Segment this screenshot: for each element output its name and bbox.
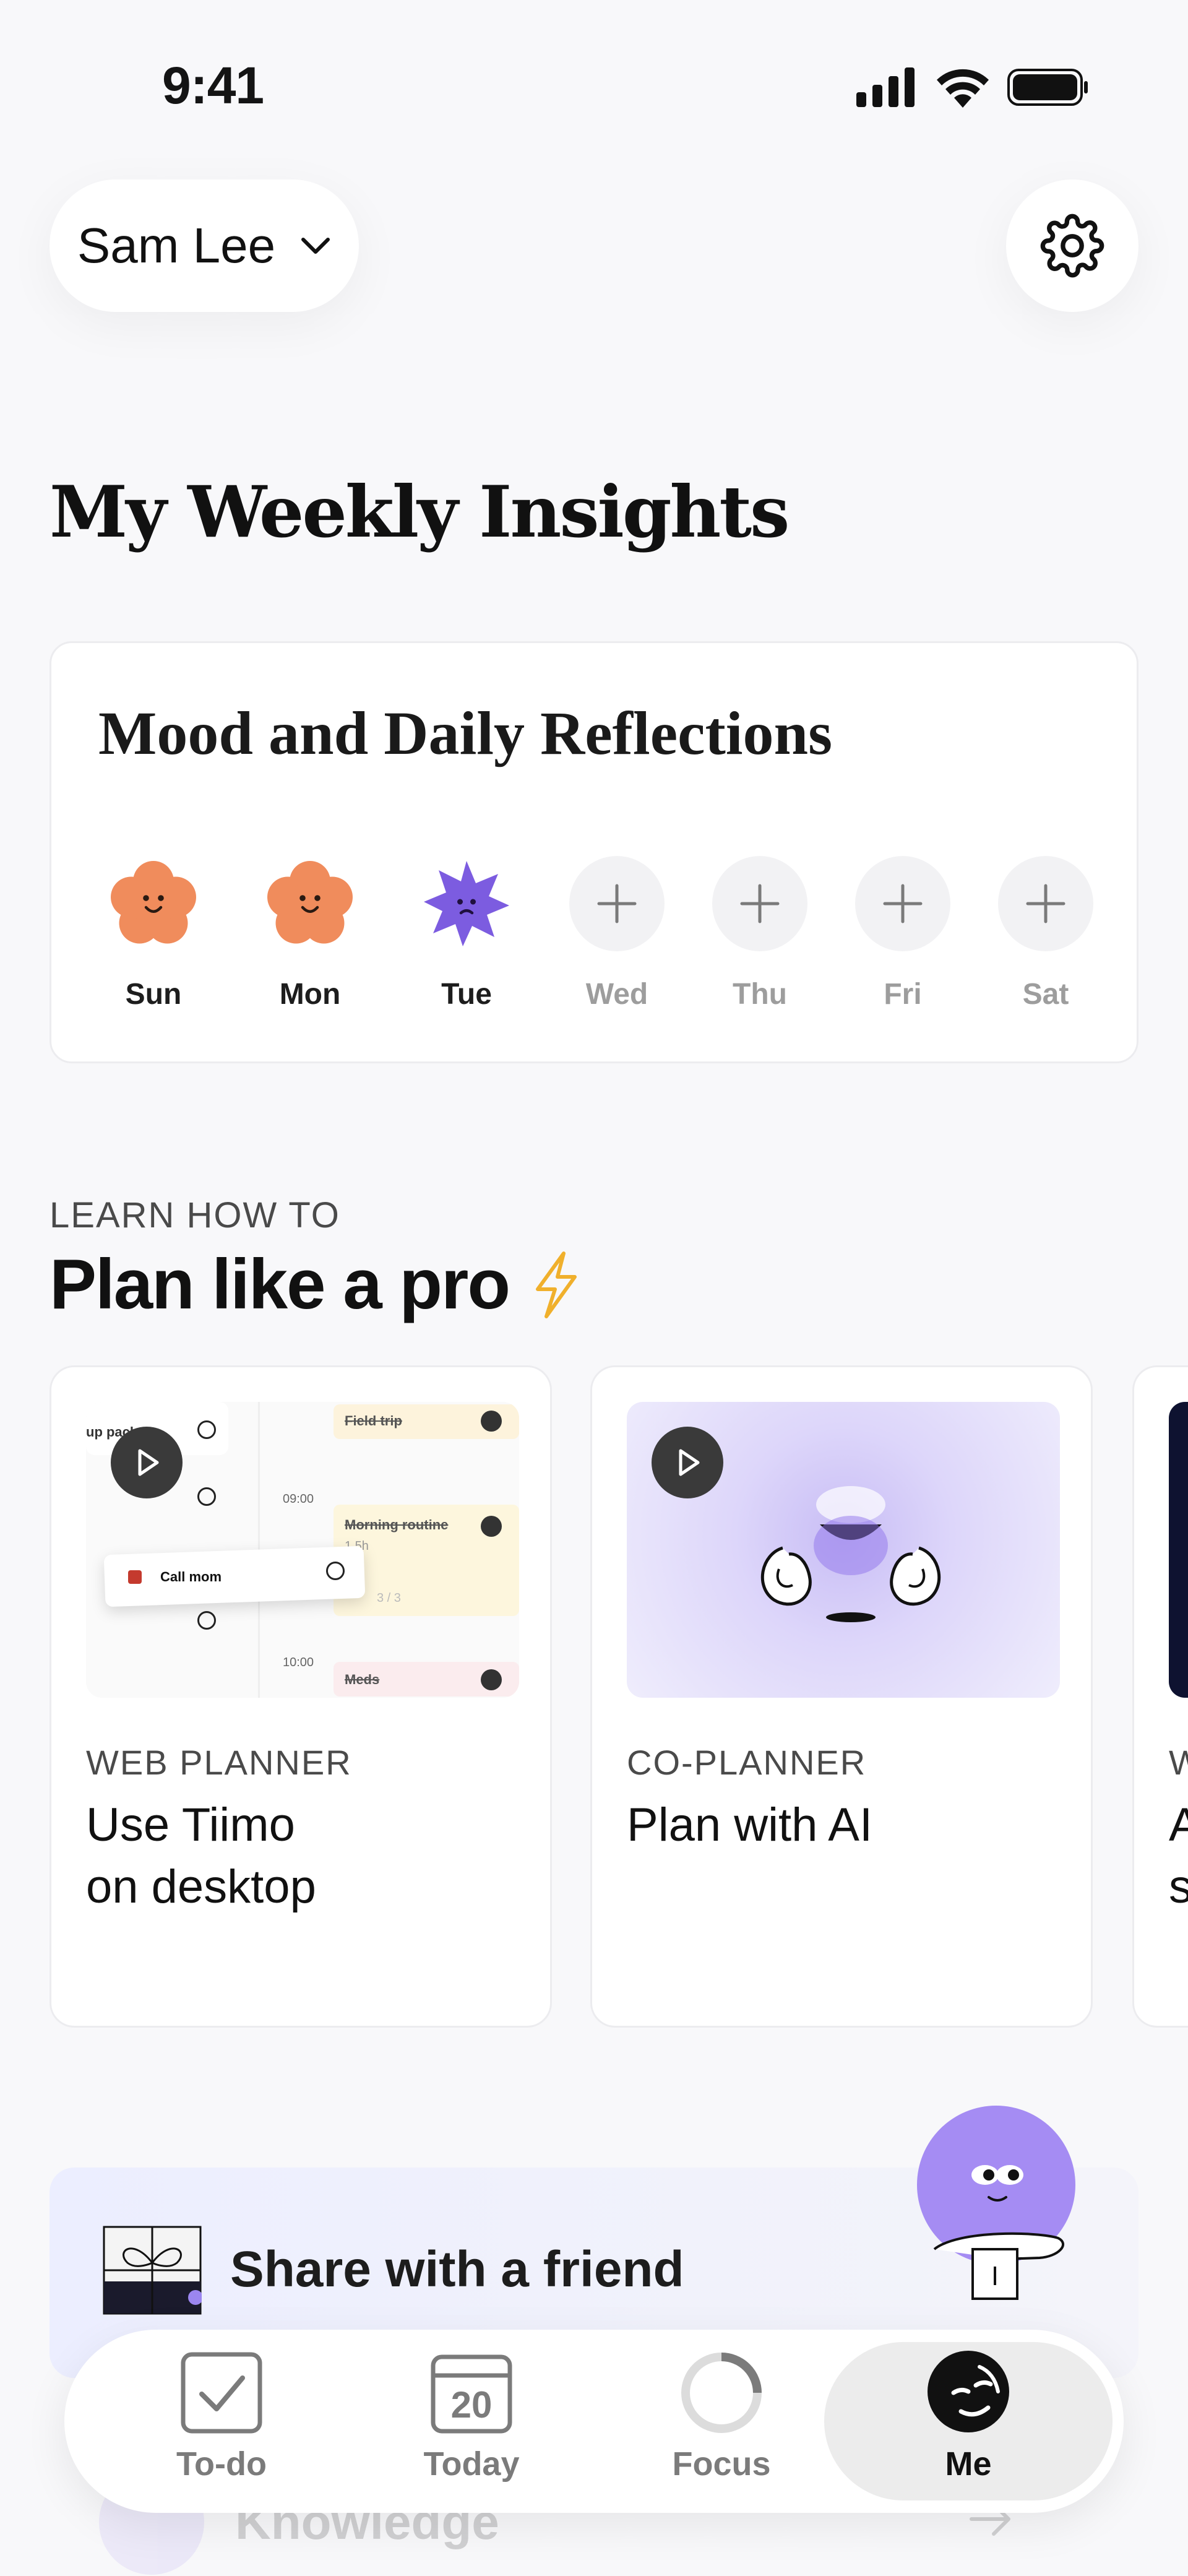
page-title: My Weekly Insights bbox=[50, 470, 790, 553]
chevron-down-icon bbox=[301, 238, 330, 254]
course-title: Use Tiimo on desktop bbox=[86, 1794, 316, 1918]
drag-item-text: Call mom bbox=[160, 1569, 222, 1584]
day-label: Tue bbox=[441, 978, 492, 1011]
day-label: Sun bbox=[125, 978, 182, 1011]
tab-label: Focus bbox=[672, 2445, 771, 2483]
course-eyebrow: W bbox=[1169, 1742, 1188, 1783]
happy-flower-icon bbox=[262, 856, 358, 951]
task-checkbox-icon bbox=[197, 1487, 216, 1506]
status-time: 9:41 bbox=[162, 56, 264, 115]
day-wed[interactable]: Wed bbox=[567, 856, 666, 1011]
day-label: Sat bbox=[1022, 978, 1069, 1011]
event-text: Field trip bbox=[345, 1413, 402, 1428]
share-label: Share with a friend bbox=[230, 2241, 684, 2297]
add-mood-plus-icon[interactable] bbox=[569, 856, 665, 951]
co-planner-thumbnail bbox=[627, 1402, 1060, 1698]
play-button[interactable] bbox=[111, 1427, 183, 1498]
event-progress: 3 / 3 bbox=[377, 1591, 401, 1605]
mood-card[interactable]: Mood and Daily Reflections Sun Mon Tue W… bbox=[50, 641, 1138, 1063]
mood-card-title: Mood and Daily Reflections bbox=[98, 699, 833, 767]
calendar-date: 20 bbox=[450, 2384, 493, 2426]
learn-eyebrow: LEARN HOW TO bbox=[50, 1195, 340, 1235]
add-mood-plus-icon[interactable] bbox=[855, 856, 950, 951]
play-button[interactable] bbox=[652, 1427, 723, 1498]
sad-star-icon bbox=[419, 856, 514, 951]
day-label: Thu bbox=[733, 978, 787, 1011]
battery-icon bbox=[1007, 69, 1088, 106]
event-text: Morning routine bbox=[345, 1517, 449, 1532]
status-icons bbox=[856, 67, 1089, 108]
course-title: Plan with AI bbox=[627, 1794, 872, 1856]
tab-to-do[interactable]: To-do bbox=[98, 2342, 345, 2500]
happy-flower-icon bbox=[106, 856, 201, 951]
time-label: 10:00 bbox=[283, 1656, 314, 1669]
course-title-line: Plan with AI bbox=[627, 1799, 873, 1851]
tab-today[interactable]: 20 Today bbox=[348, 2342, 595, 2500]
course-title-line: A bbox=[1169, 1794, 1188, 1856]
check-icon bbox=[481, 1516, 502, 1537]
tab-bar: To-do 20 Today Focus Me bbox=[64, 2330, 1124, 2513]
day-thu[interactable]: Thu bbox=[710, 856, 809, 1011]
day-label: Wed bbox=[585, 978, 648, 1011]
course-title-line: Use Tiimo bbox=[86, 1799, 295, 1851]
course-eyebrow: CO-PLANNER bbox=[627, 1743, 867, 1782]
gift-icon bbox=[103, 2226, 202, 2315]
task-checkbox-icon bbox=[197, 1611, 216, 1630]
check-icon bbox=[481, 1669, 502, 1690]
course-eyebrow: WEB PLANNER bbox=[86, 1743, 352, 1782]
lightning-icon bbox=[535, 1251, 577, 1318]
course-title-line: s bbox=[1169, 1856, 1188, 1918]
gear-icon bbox=[1040, 214, 1104, 278]
check-icon bbox=[481, 1411, 502, 1432]
cellular-signal-icon bbox=[856, 67, 915, 107]
tab-label: Today bbox=[423, 2445, 520, 2483]
add-mood-plus-icon[interactable] bbox=[712, 856, 807, 951]
tab-focus[interactable]: Focus bbox=[598, 2342, 845, 2500]
course-title: A s bbox=[1169, 1794, 1188, 1918]
avatar-face-icon bbox=[928, 2351, 1009, 2432]
event-text: Meds bbox=[345, 1672, 380, 1687]
section-title: Plan like a pro bbox=[50, 1244, 583, 1325]
wifi-icon bbox=[937, 69, 989, 108]
day-tue[interactable]: Tue bbox=[417, 856, 516, 1011]
section-title-text: Plan like a pro bbox=[50, 1245, 510, 1324]
tab-label: Me bbox=[945, 2445, 992, 2483]
course-card-clip: W A s bbox=[1132, 1365, 1188, 2028]
focus-ring-icon bbox=[681, 2353, 762, 2433]
add-mood-plus-icon[interactable] bbox=[998, 856, 1093, 951]
tab-label: To-do bbox=[176, 2445, 267, 2483]
user-switcher-button[interactable]: Sam Lee bbox=[50, 179, 359, 312]
day-mon[interactable]: Mon bbox=[260, 856, 359, 1011]
tab-me[interactable]: Me bbox=[824, 2342, 1113, 2500]
settings-button[interactable] bbox=[1006, 179, 1138, 312]
play-icon bbox=[138, 1449, 159, 1476]
task-checkbox-icon bbox=[326, 1562, 345, 1580]
course-card-web-planner[interactable]: up package Field trip 09:00 Morning rout… bbox=[50, 1365, 552, 2028]
time-label: 09:00 bbox=[283, 1492, 314, 1506]
course-card-partial[interactable]: W A s bbox=[1132, 1365, 1188, 2028]
web-planner-thumbnail: up package Field trip 09:00 Morning rout… bbox=[86, 1402, 519, 1698]
mascot-icon bbox=[917, 2106, 1075, 2300]
course-card-co-planner[interactable]: CO-PLANNER Plan with AI bbox=[590, 1365, 1093, 2028]
user-name: Sam Lee bbox=[77, 218, 276, 273]
day-label: Mon bbox=[279, 978, 341, 1011]
phone-icon bbox=[128, 1570, 142, 1584]
course-title-line: on desktop bbox=[86, 1861, 316, 1913]
task-checkbox-icon bbox=[197, 1420, 216, 1439]
partial-thumbnail bbox=[1169, 1402, 1188, 1698]
day-fri[interactable]: Fri bbox=[853, 856, 952, 1011]
day-label: Fri bbox=[884, 978, 922, 1011]
play-icon bbox=[679, 1449, 700, 1476]
checkbox-icon bbox=[181, 2352, 262, 2434]
day-sat[interactable]: Sat bbox=[996, 856, 1095, 1011]
day-sun[interactable]: Sun bbox=[104, 856, 203, 1011]
